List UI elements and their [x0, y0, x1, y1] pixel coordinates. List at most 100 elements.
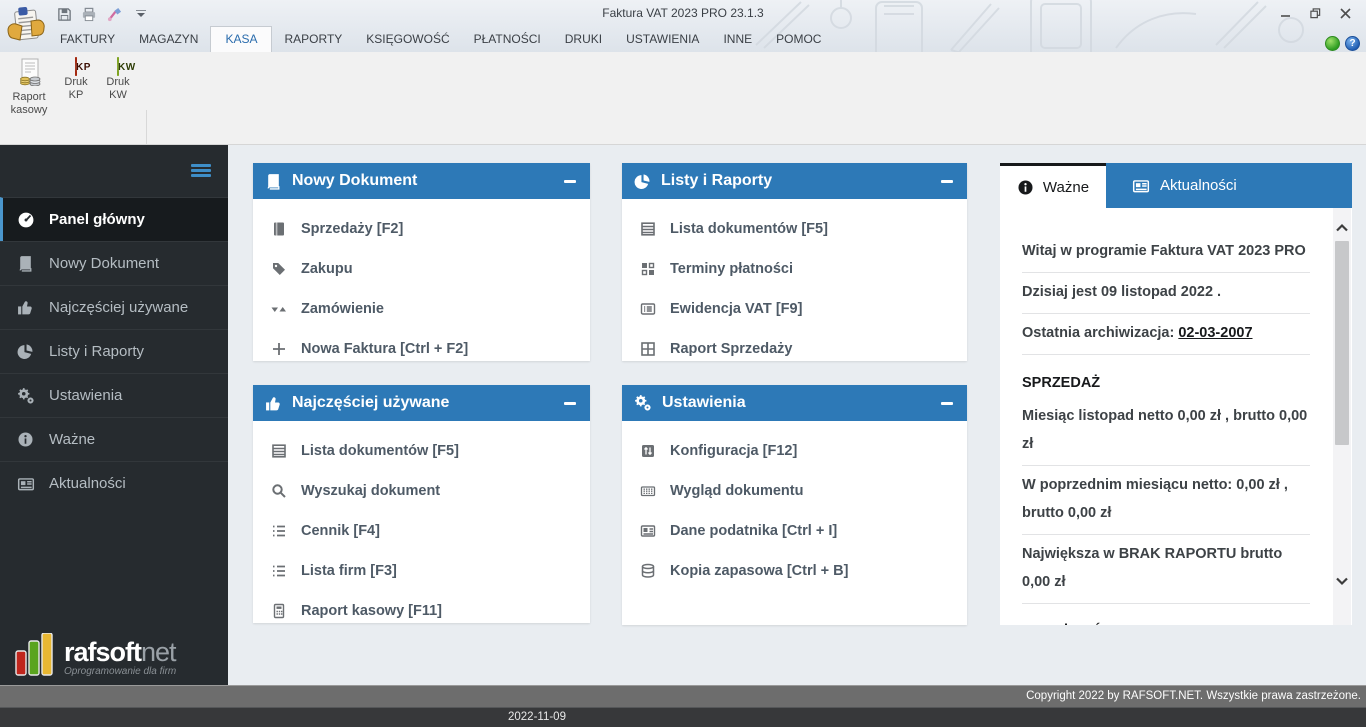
tab-aktualnosci[interactable]: Aktualności: [1106, 163, 1352, 208]
collapse-icon[interactable]: [564, 397, 576, 409]
tab-wazne[interactable]: Ważne: [1000, 163, 1106, 208]
sidebar-item-najczesciej-uzywane[interactable]: Najczęściej używane: [0, 285, 228, 329]
item-label: Lista dokumentów [F5]: [670, 221, 828, 237]
item-dane-podatnika[interactable]: Dane podatnika [Ctrl + I]: [622, 511, 967, 551]
sidebar-item-nowy-dokument[interactable]: Nowy Dokument: [0, 241, 228, 285]
sidebar-item-panel-glowny[interactable]: Panel główny: [0, 197, 228, 241]
panel-title: Listy i Raporty: [661, 172, 773, 189]
scroll-down-icon[interactable]: [1335, 573, 1349, 591]
sidebar-item-aktualnosci[interactable]: Aktualności: [0, 461, 228, 505]
list-icon: [271, 523, 288, 539]
tab-label: Ważne: [1042, 178, 1090, 196]
tab-inne[interactable]: INNE: [711, 27, 764, 52]
thumbs-up-icon: [17, 299, 35, 316]
welcome-text: Witaj w programie Faktura VAT 2023 PRO: [1022, 232, 1310, 273]
item-label: Dane podatnika [Ctrl + I]: [670, 523, 838, 539]
scroll-up-icon[interactable]: [1335, 220, 1349, 238]
item-label: Lista dokumentów [F5]: [301, 443, 459, 459]
tab-platnosci[interactable]: PŁATNOŚCI: [462, 27, 553, 52]
sidebar-item-label: Listy i Raporty: [49, 343, 145, 360]
item-label: Sprzedaży [F2]: [301, 221, 404, 237]
druk-kp-button[interactable]: KP Druk KP: [53, 57, 99, 102]
archive-date-link[interactable]: 02-03-2007: [1178, 325, 1252, 341]
rafsoft-logo: rafsoftnet Oprogramowanie dla firm: [14, 633, 177, 677]
sidebar-item-listy-i-raporty[interactable]: Listy i Raporty: [0, 329, 228, 373]
wazne-content: Witaj w programie Faktura VAT 2023 PRO D…: [1000, 208, 1352, 625]
kw-sheet-icon: KW: [117, 57, 135, 76]
item-label: Konfiguracja [F12]: [670, 443, 798, 459]
title-bar: Faktura VAT 2023 PRO 23.1.3 FAKTURY MAGA…: [0, 0, 1366, 52]
sidebar-menu: Panel główny Nowy Dokument Najczęściej u…: [0, 197, 228, 505]
item-wyszukaj-dokument[interactable]: Wyszukaj dokument: [253, 471, 590, 511]
item-terminy-platnosci[interactable]: Terminy płatności: [622, 249, 967, 289]
restore-button[interactable]: [1304, 5, 1326, 21]
tag-icon: [271, 261, 288, 277]
status-date: 2022-11-09: [508, 711, 566, 723]
item-ewidencja-vat[interactable]: Ewidencja VAT [F9]: [622, 289, 967, 329]
tab-druki[interactable]: DRUKI: [553, 27, 614, 52]
info-icon: [17, 431, 35, 448]
archive-label: Ostatnia archiwizacja:: [1022, 325, 1179, 341]
druk-kw-button[interactable]: KW Druk KW: [95, 57, 141, 102]
item-label: Nowa Faktura [Ctrl + F2]: [301, 341, 469, 357]
collapse-icon[interactable]: [941, 397, 953, 409]
sidebar: Panel główny Nowy Dokument Najczęściej u…: [0, 145, 228, 685]
tab-faktury[interactable]: FAKTURY: [48, 27, 127, 52]
panel-header-nowy-dokument[interactable]: Nowy Dokument: [253, 163, 590, 199]
item-konfiguracja[interactable]: Konfiguracja [F12]: [622, 431, 967, 471]
database-icon: [640, 563, 657, 579]
item-label: Zakupu: [301, 261, 353, 277]
help-icon[interactable]: ?: [1345, 36, 1360, 51]
item-raport-kasowy[interactable]: Raport kasowy [F11]: [253, 591, 590, 631]
tab-pomoc[interactable]: POMOC: [764, 27, 833, 52]
item-sprzedazy[interactable]: Sprzedaży [F2]: [253, 209, 590, 249]
item-zamowienie[interactable]: Zamówienie: [253, 289, 590, 329]
item-nowa-faktura[interactable]: Nowa Faktura [Ctrl + F2]: [253, 329, 590, 369]
book-icon: [17, 255, 35, 272]
main-content: Nowy Dokument Sprzedaży [F2] Zakupu Zamó…: [228, 145, 1366, 685]
panel-listy-i-raporty: Listy i Raporty Lista dokumentów [F5] Te…: [622, 163, 967, 361]
scrollbar-thumb[interactable]: [1335, 241, 1349, 445]
tab-kasa[interactable]: KASA: [210, 26, 273, 52]
panel-header-listy-i-raporty[interactable]: Listy i Raporty: [622, 163, 967, 199]
hamburger-menu-icon[interactable]: [191, 164, 211, 179]
right-panel-tabs: Ważne Aktualności: [1000, 163, 1352, 208]
item-raport-sprzedazy[interactable]: Raport Sprzedaży: [622, 329, 967, 369]
tab-raporty[interactable]: RAPORTY: [272, 27, 354, 52]
sidebar-item-label: Najczęściej używane: [49, 299, 189, 316]
collapse-icon[interactable]: [941, 175, 953, 187]
item-label: Wyszukaj dokument: [301, 483, 441, 499]
item-wyglad-dokumentu[interactable]: Wygląd dokumentu: [622, 471, 967, 511]
sidebar-item-ustawienia[interactable]: Ustawienia: [0, 373, 228, 417]
item-label: Raport kasowy [F11]: [301, 603, 443, 619]
item-kopia-zapasowa[interactable]: Kopia zapasowa [Ctrl + B]: [622, 551, 967, 591]
sidebar-item-wazne[interactable]: Ważne: [0, 417, 228, 461]
keyboard-icon: [640, 483, 657, 499]
book-icon: [271, 221, 288, 237]
item-zakupu[interactable]: Zakupu: [253, 249, 590, 289]
tab-ksiegowosc[interactable]: KSIĘGOWOŚĆ: [354, 27, 461, 52]
panel-header-ustawienia[interactable]: Ustawienia: [622, 385, 967, 421]
item-lista-firm[interactable]: Lista firm [F3]: [253, 551, 590, 591]
scrollbar[interactable]: [1333, 208, 1351, 625]
table-icon: [640, 221, 657, 237]
tab-ustawienia[interactable]: USTAWIENIA: [614, 27, 711, 52]
raport-kasowy-button[interactable]: Raport kasowy: [6, 58, 52, 117]
panel-title: Najczęściej używane: [292, 394, 450, 411]
pie-chart-icon: [634, 173, 651, 190]
sales-month-text: Miesiąc listopad netto 0,00 zł , brutto …: [1022, 397, 1310, 466]
sliders-icon: [640, 443, 657, 459]
grid-table-icon: [640, 341, 657, 357]
close-button[interactable]: [1334, 5, 1356, 21]
item-label: Raport Sprzedaży: [670, 341, 793, 357]
item-cennik[interactable]: Cennik [F4]: [253, 511, 590, 551]
minimize-button[interactable]: [1274, 5, 1296, 21]
item-lista-dokumentow[interactable]: Lista dokumentów [F5]: [253, 431, 590, 471]
pie-chart-icon: [17, 343, 35, 360]
collapse-icon[interactable]: [564, 175, 576, 187]
sidebar-item-label: Ważne: [49, 431, 96, 448]
tab-magazyn[interactable]: MAGAZYN: [127, 27, 210, 52]
item-lista-dokumentow[interactable]: Lista dokumentów [F5]: [622, 209, 967, 249]
panel-header-najczesciej-uzywane[interactable]: Najczęściej używane: [253, 385, 590, 421]
globe-icon[interactable]: [1325, 36, 1340, 51]
